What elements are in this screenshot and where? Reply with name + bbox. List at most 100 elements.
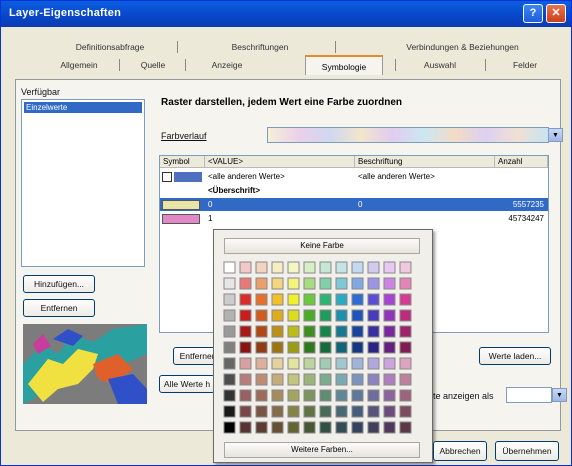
all-values-button[interactable]: Alle Werte h [159, 375, 215, 393]
color-swatch[interactable] [351, 293, 364, 306]
color-swatch[interactable] [223, 373, 236, 386]
column-header-value[interactable]: <VALUE> [205, 156, 355, 168]
color-swatch[interactable] [287, 341, 300, 354]
color-swatch[interactable] [335, 277, 348, 290]
color-swatch[interactable] [351, 389, 364, 402]
color-swatch[interactable] [383, 261, 396, 274]
color-swatch[interactable] [383, 341, 396, 354]
color-swatch[interactable] [287, 421, 300, 434]
color-swatch[interactable] [367, 293, 380, 306]
symbol-swatch[interactable] [174, 172, 202, 182]
no-color-button[interactable]: Keine Farbe [224, 238, 420, 254]
color-swatch[interactable] [319, 309, 332, 322]
color-swatch[interactable] [335, 325, 348, 338]
color-swatch[interactable] [271, 405, 284, 418]
tab-symbology[interactable]: Symbologie [305, 55, 383, 75]
color-swatch[interactable] [255, 357, 268, 370]
color-swatch[interactable] [271, 293, 284, 306]
color-swatch[interactable] [223, 325, 236, 338]
color-swatch[interactable] [287, 277, 300, 290]
color-swatch[interactable] [351, 341, 364, 354]
color-swatch[interactable] [383, 277, 396, 290]
color-swatch[interactable] [303, 341, 316, 354]
color-swatch[interactable] [399, 293, 412, 306]
color-swatch[interactable] [335, 357, 348, 370]
color-swatch[interactable] [223, 389, 236, 402]
color-swatch[interactable] [271, 389, 284, 402]
color-swatch[interactable] [255, 373, 268, 386]
renderer-list[interactable]: Einzelwerte [21, 99, 145, 267]
color-swatch[interactable] [383, 405, 396, 418]
color-swatch[interactable] [319, 357, 332, 370]
color-swatch[interactable] [303, 421, 316, 434]
add-button[interactable]: Hinzufügen... [23, 275, 95, 293]
color-swatch[interactable] [239, 357, 252, 370]
color-swatch[interactable] [383, 293, 396, 306]
color-swatch[interactable] [319, 277, 332, 290]
color-swatch[interactable] [351, 373, 364, 386]
color-swatch[interactable] [399, 421, 412, 434]
color-swatch[interactable] [255, 405, 268, 418]
table-row[interactable]: 0 0 5557235 [160, 198, 548, 211]
color-swatch[interactable] [303, 309, 316, 322]
column-header-count[interactable]: Anzahl [495, 156, 548, 168]
color-swatch[interactable] [383, 309, 396, 322]
color-swatch[interactable] [319, 341, 332, 354]
more-colors-button[interactable]: Weitere Farben... [224, 442, 420, 458]
color-swatch[interactable] [367, 421, 380, 434]
color-swatch[interactable] [351, 309, 364, 322]
color-swatch[interactable] [335, 261, 348, 274]
color-swatch[interactable] [351, 405, 364, 418]
close-icon[interactable]: ✕ [546, 4, 566, 23]
color-swatch[interactable] [271, 309, 284, 322]
color-swatch[interactable] [399, 405, 412, 418]
color-swatch[interactable] [399, 261, 412, 274]
color-swatch[interactable] [255, 261, 268, 274]
color-swatch[interactable] [287, 293, 300, 306]
color-swatch[interactable] [319, 405, 332, 418]
color-swatch[interactable] [367, 261, 380, 274]
tab-source[interactable]: Quelle [131, 57, 175, 73]
color-swatch[interactable] [335, 293, 348, 306]
apply-button[interactable]: Übernehmen [495, 441, 559, 461]
tab-fields[interactable]: Felder [495, 57, 555, 73]
chevron-down-icon[interactable]: ▼ [552, 388, 567, 402]
title-bar[interactable]: Layer-Eigenschaften ? ✕ [1, 1, 571, 27]
column-header-symbol[interactable]: Symbol [160, 156, 205, 168]
color-swatch[interactable] [367, 389, 380, 402]
color-swatch[interactable] [399, 277, 412, 290]
chevron-down-icon[interactable]: ▼ [548, 128, 563, 142]
color-swatch[interactable] [223, 421, 236, 434]
color-swatch[interactable] [351, 277, 364, 290]
color-swatch[interactable] [319, 373, 332, 386]
tab-display[interactable]: Anzeige [197, 57, 257, 73]
color-swatch[interactable] [255, 341, 268, 354]
color-swatch[interactable] [383, 373, 396, 386]
tab-selection[interactable]: Auswahl [407, 57, 473, 73]
color-swatch[interactable] [351, 325, 364, 338]
tab-general[interactable]: Allgemein [49, 57, 109, 73]
color-swatch[interactable] [239, 421, 252, 434]
color-swatch[interactable] [271, 341, 284, 354]
color-swatch[interactable] [399, 389, 412, 402]
color-swatch[interactable] [239, 325, 252, 338]
color-swatch[interactable] [367, 325, 380, 338]
color-swatch[interactable] [303, 389, 316, 402]
color-swatch[interactable] [239, 405, 252, 418]
color-swatch[interactable] [303, 405, 316, 418]
color-swatch[interactable] [383, 325, 396, 338]
color-swatch[interactable] [319, 293, 332, 306]
column-header-label[interactable]: Beschriftung [355, 156, 495, 168]
color-ramp-select[interactable] [267, 127, 549, 143]
color-swatch[interactable] [255, 293, 268, 306]
color-swatch[interactable] [335, 389, 348, 402]
more-values-button[interactable]: Werte laden... [479, 347, 551, 365]
color-swatch[interactable] [303, 293, 316, 306]
color-swatch[interactable] [383, 389, 396, 402]
color-swatch[interactable] [223, 405, 236, 418]
color-swatch[interactable] [319, 389, 332, 402]
color-swatch[interactable] [223, 293, 236, 306]
color-swatch[interactable] [239, 277, 252, 290]
tab-joins-relates[interactable]: Verbindungen & Beziehungen [370, 39, 555, 55]
color-swatch[interactable] [287, 357, 300, 370]
